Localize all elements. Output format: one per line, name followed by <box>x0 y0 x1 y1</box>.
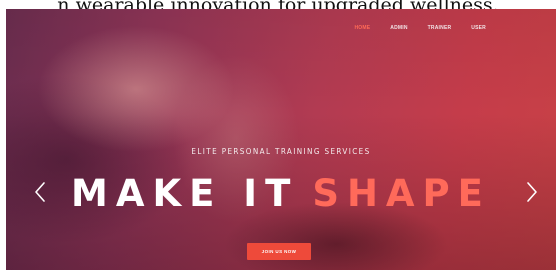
nav-item-admin[interactable]: ADMIN <box>390 25 407 31</box>
headline-white-text: MAKE IT <box>71 172 299 215</box>
join-us-button[interactable]: JOIN US NOW <box>247 243 311 260</box>
hero-subtitle: ELITE PERSONAL TRAINING SERVICES <box>191 147 371 156</box>
hero-headline: MAKE IT SHAPE <box>6 172 556 216</box>
nav-item-trainer[interactable]: TRAINER <box>428 25 452 31</box>
main-nav: HOME ADMIN TRAINER USER <box>354 25 486 31</box>
nav-item-home[interactable]: HOME <box>354 25 370 31</box>
chevron-right-icon[interactable] <box>524 179 540 205</box>
chevron-left-icon[interactable] <box>32 179 48 205</box>
hero-banner: HOME ADMIN TRAINER USER ELITE PERSONAL T… <box>6 9 556 270</box>
screenshot-canvas: n wearable innovation for upgraded welln… <box>0 0 556 270</box>
headline-accent-text: SHAPE <box>312 172 491 215</box>
hero-overlay <box>6 9 556 270</box>
nav-item-user[interactable]: USER <box>471 25 486 31</box>
